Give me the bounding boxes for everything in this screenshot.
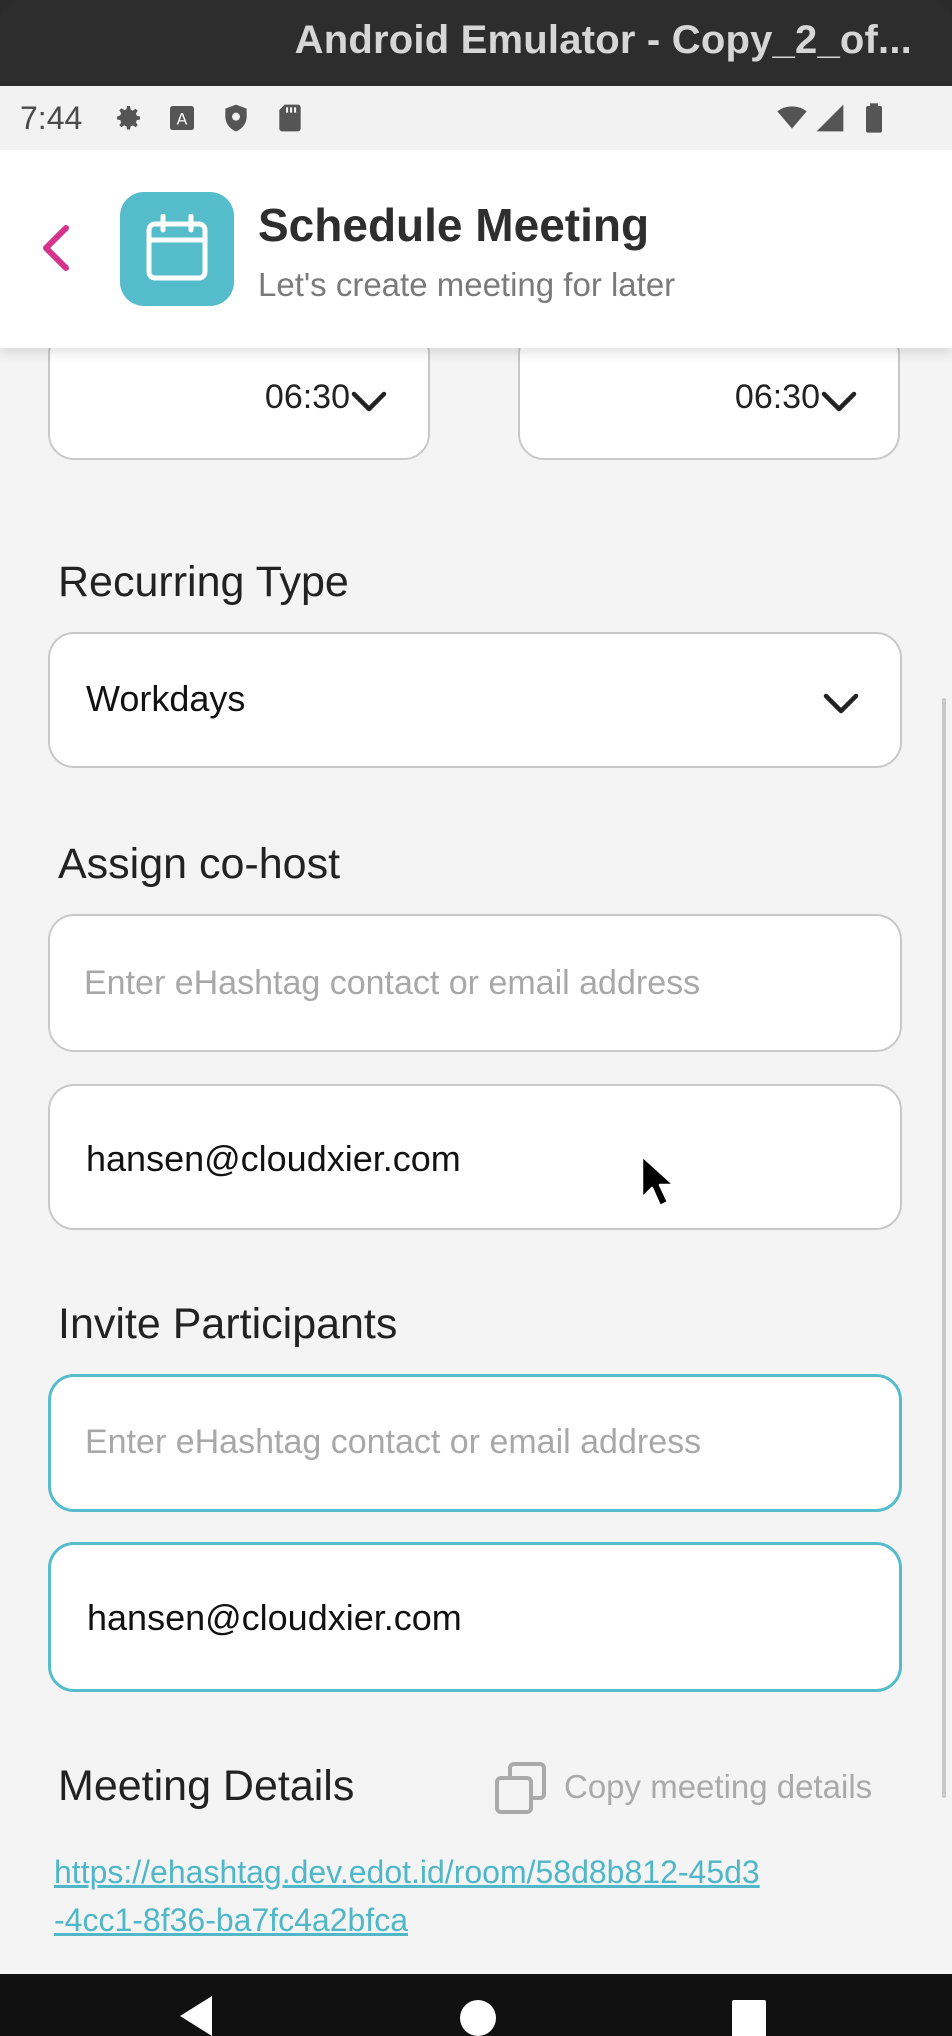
recurring-type-value: Workdays — [86, 678, 246, 719]
start-time-select[interactable]: 06:30 — [48, 348, 430, 460]
device-screen: 7:44 A Schedule Meeting Let's create mee… — [0, 86, 952, 2036]
android-nav-bar — [0, 1974, 952, 2036]
wifi-icon — [777, 106, 807, 129]
svg-text:A: A — [177, 110, 188, 129]
cohost-email: hansen@cloudxier.com — [86, 1138, 461, 1179]
participant-entry[interactable]: hansen@cloudxier.com — [48, 1542, 902, 1692]
calendar-app-icon — [120, 192, 234, 306]
shield-icon — [225, 104, 247, 132]
page-title: Schedule Meeting — [258, 199, 650, 251]
page-subtitle: Let's create meeting for later — [258, 266, 676, 303]
cohost-input[interactable]: Enter eHashtag contact or email address — [48, 914, 902, 1052]
sd-card-icon — [279, 104, 301, 132]
chevron-down-icon — [823, 693, 859, 714]
participants-input[interactable]: Enter eHashtag contact or email address — [48, 1374, 902, 1512]
nav-home-icon[interactable] — [456, 1992, 500, 2036]
chevron-down-icon — [351, 391, 387, 412]
invite-participants-label: Invite Participants — [58, 1300, 398, 1348]
copy-meeting-details-button[interactable]: Copy meeting details — [494, 1762, 872, 1821]
copy-icon — [495, 1762, 546, 1814]
status-bar: 7:44 A — [0, 86, 952, 150]
meeting-link[interactable]: https://ehashtag.dev.edot.id/room/58d8b8… — [54, 1848, 914, 1944]
nav-recents-icon[interactable] — [728, 1992, 772, 2036]
window-title: Android Emulator - Copy_2_of... — [294, 18, 912, 62]
battery-icon — [866, 103, 882, 133]
end-time-value: 06:30 — [734, 378, 820, 416]
recurring-type-select[interactable]: Workdays — [48, 632, 902, 768]
participants-placeholder: Enter eHashtag contact or email address — [85, 1423, 702, 1461]
chevron-down-icon — [821, 391, 857, 412]
meeting-link-line-1: https://ehashtag.dev.edot.id/room/58d8b8… — [54, 1854, 760, 1890]
cohost-placeholder: Enter eHashtag contact or email address — [84, 964, 701, 1002]
back-arrow-icon[interactable] — [36, 218, 76, 278]
app-header: Schedule Meeting Let's create meeting fo… — [0, 150, 952, 348]
emulator-title-bar: Android Emulator - Copy_2_of... — [0, 0, 952, 86]
copy-meeting-details-label: Copy meeting details — [564, 1768, 873, 1805]
form-scroll-area[interactable]: 06:30 06:30 Recurring Type Workdays Assi… — [0, 348, 952, 2036]
nav-back-icon[interactable] — [176, 1992, 220, 2036]
cohost-label: Assign co-host — [58, 840, 341, 888]
meeting-link-line-2: -4cc1-8f36-ba7fc4a2bfca — [54, 1902, 408, 1938]
mouse-cursor-icon — [640, 1154, 676, 1208]
end-time-select[interactable]: 06:30 — [518, 348, 900, 460]
settings-gear-icon — [117, 106, 140, 130]
cohost-entry[interactable]: hansen@cloudxier.com — [48, 1084, 902, 1230]
calendar-icon — [146, 214, 208, 281]
start-time-value: 06:30 — [264, 378, 350, 416]
cell-signal-icon — [816, 104, 844, 132]
keyboard-a-icon: A — [170, 106, 194, 130]
status-time: 7:44 — [20, 100, 83, 136]
participant-email: hansen@cloudxier.com — [87, 1597, 462, 1638]
meeting-details-label: Meeting Details — [58, 1762, 355, 1810]
scrollbar[interactable] — [942, 698, 946, 1798]
recurring-type-label: Recurring Type — [58, 558, 349, 606]
